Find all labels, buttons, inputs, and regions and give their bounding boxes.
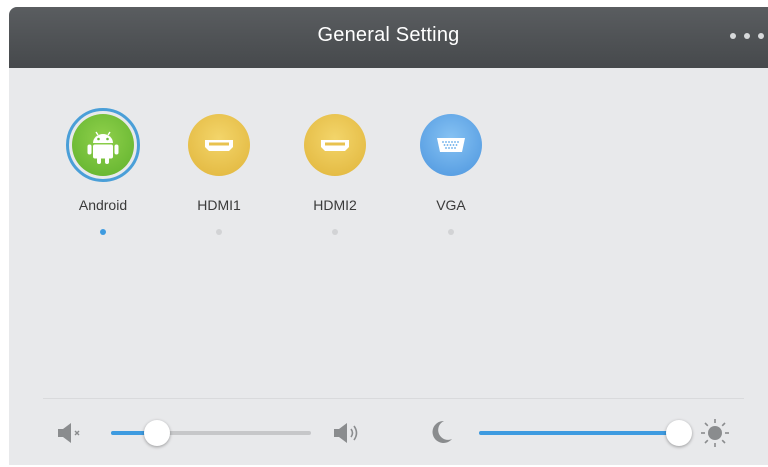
source-android[interactable]: Android (53, 108, 153, 241)
source-label: Android (78, 197, 128, 213)
page-title: General Setting (317, 24, 460, 46)
source-label: HDMI1 (197, 197, 241, 213)
more-dots-icon[interactable] (730, 23, 764, 49)
android-icon (72, 114, 134, 176)
indicator-dot (332, 229, 338, 235)
title-bar: General Setting (9, 7, 768, 68)
source-label: VGA (436, 197, 466, 213)
moon-icon[interactable] (427, 418, 455, 446)
indicator-dot (448, 229, 454, 235)
sun-icon[interactable] (699, 417, 731, 449)
selection-ring (66, 108, 140, 182)
source-hdmi2[interactable]: HDMI2 (285, 111, 385, 241)
source-hdmi1[interactable]: HDMI1 (169, 111, 269, 241)
source-label: HDMI2 (313, 197, 357, 213)
volume-up-icon[interactable] (333, 421, 365, 445)
brightness-thumb[interactable] (666, 420, 692, 446)
brightness-fill (479, 431, 679, 435)
selected-indicator-dot (100, 229, 106, 235)
vga-port-icon (420, 114, 482, 176)
general-setting-panel: General Setting Android HDMI1 HDMI2 VGA (9, 7, 768, 465)
source-vga[interactable]: VGA (401, 111, 501, 241)
hdmi-port-icon (188, 114, 250, 176)
volume-mute-icon[interactable] (57, 421, 87, 445)
indicator-dot (216, 229, 222, 235)
volume-thumb[interactable] (144, 420, 170, 446)
hdmi-port-icon (304, 114, 366, 176)
divider (43, 398, 744, 399)
